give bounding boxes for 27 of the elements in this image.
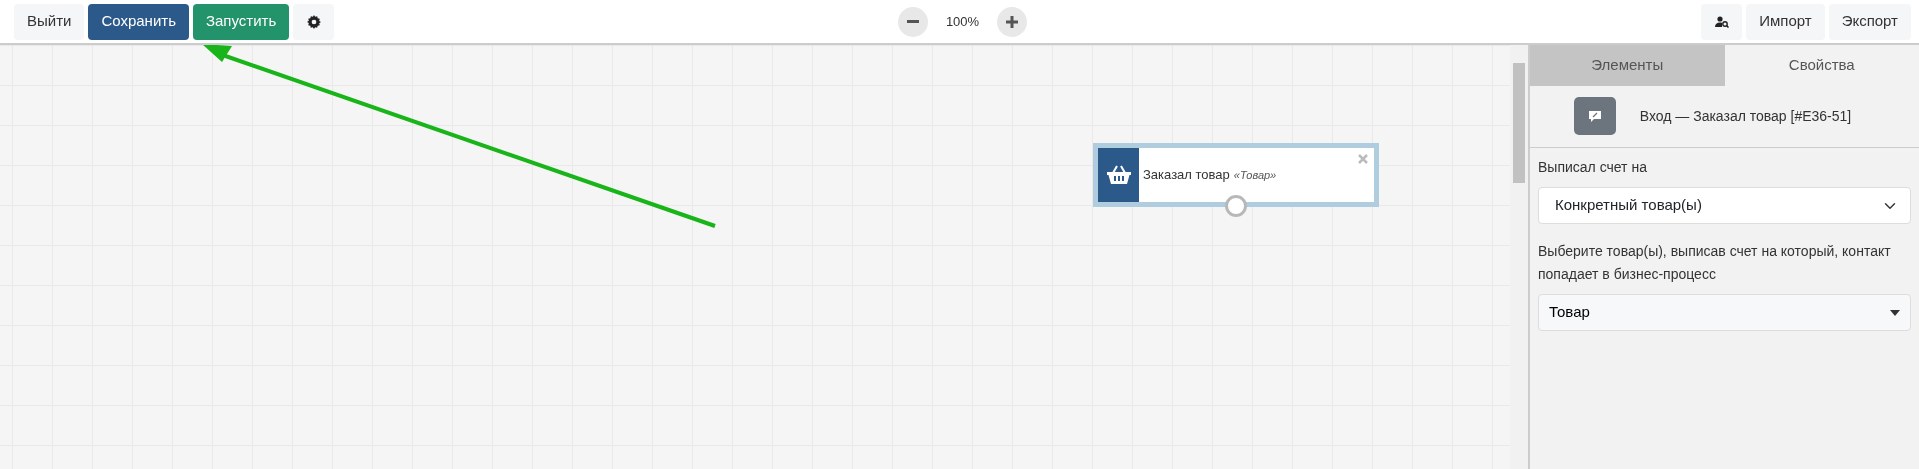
field-label: Выберите товар(ы), выписав счет на который, контакт попадает в бизнес-процесс bbox=[1538, 242, 1892, 284]
flow-node[interactable]: Заказал товар «Товар» bbox=[1093, 143, 1379, 207]
select-field[interactable]: Конкретный товар(ы) bbox=[1538, 187, 1911, 224]
node-subtitle: «Товар» bbox=[1233, 167, 1277, 183]
comment-icon bbox=[1573, 97, 1616, 135]
node-title: Заказал товар bbox=[1143, 166, 1230, 185]
settings-button[interactable] bbox=[293, 3, 335, 40]
toolbar-button[interactable]: Экспорт bbox=[1828, 3, 1911, 40]
plus-icon bbox=[1006, 15, 1019, 28]
user-search-icon bbox=[1714, 16, 1729, 29]
settings-icon bbox=[306, 15, 321, 30]
toolbar-button[interactable]: Импорт bbox=[1746, 3, 1825, 40]
scrollbar[interactable] bbox=[1510, 45, 1528, 469]
toolbar-button[interactable]: Запустить bbox=[192, 3, 290, 40]
toolbar-button[interactable]: Сохранить bbox=[88, 3, 189, 40]
element-title: Вход — Заказал товар [#E36-51] bbox=[1639, 106, 1852, 126]
field-label: Выписал счет на bbox=[1538, 158, 1648, 177]
minus-icon bbox=[906, 20, 919, 23]
user-search-button[interactable] bbox=[1701, 3, 1743, 40]
zoom-out-button[interactable] bbox=[897, 6, 928, 37]
panel-tab[interactable]: Элементы bbox=[1530, 45, 1725, 86]
caret-icon bbox=[1890, 309, 1900, 316]
zoom-level: 100% bbox=[944, 12, 981, 31]
dropdown-field[interactable]: Товар bbox=[1538, 294, 1911, 331]
basket-icon bbox=[1106, 165, 1131, 185]
toolbar-button[interactable]: Выйти bbox=[14, 3, 85, 40]
zoom-in-button[interactable] bbox=[997, 6, 1028, 37]
